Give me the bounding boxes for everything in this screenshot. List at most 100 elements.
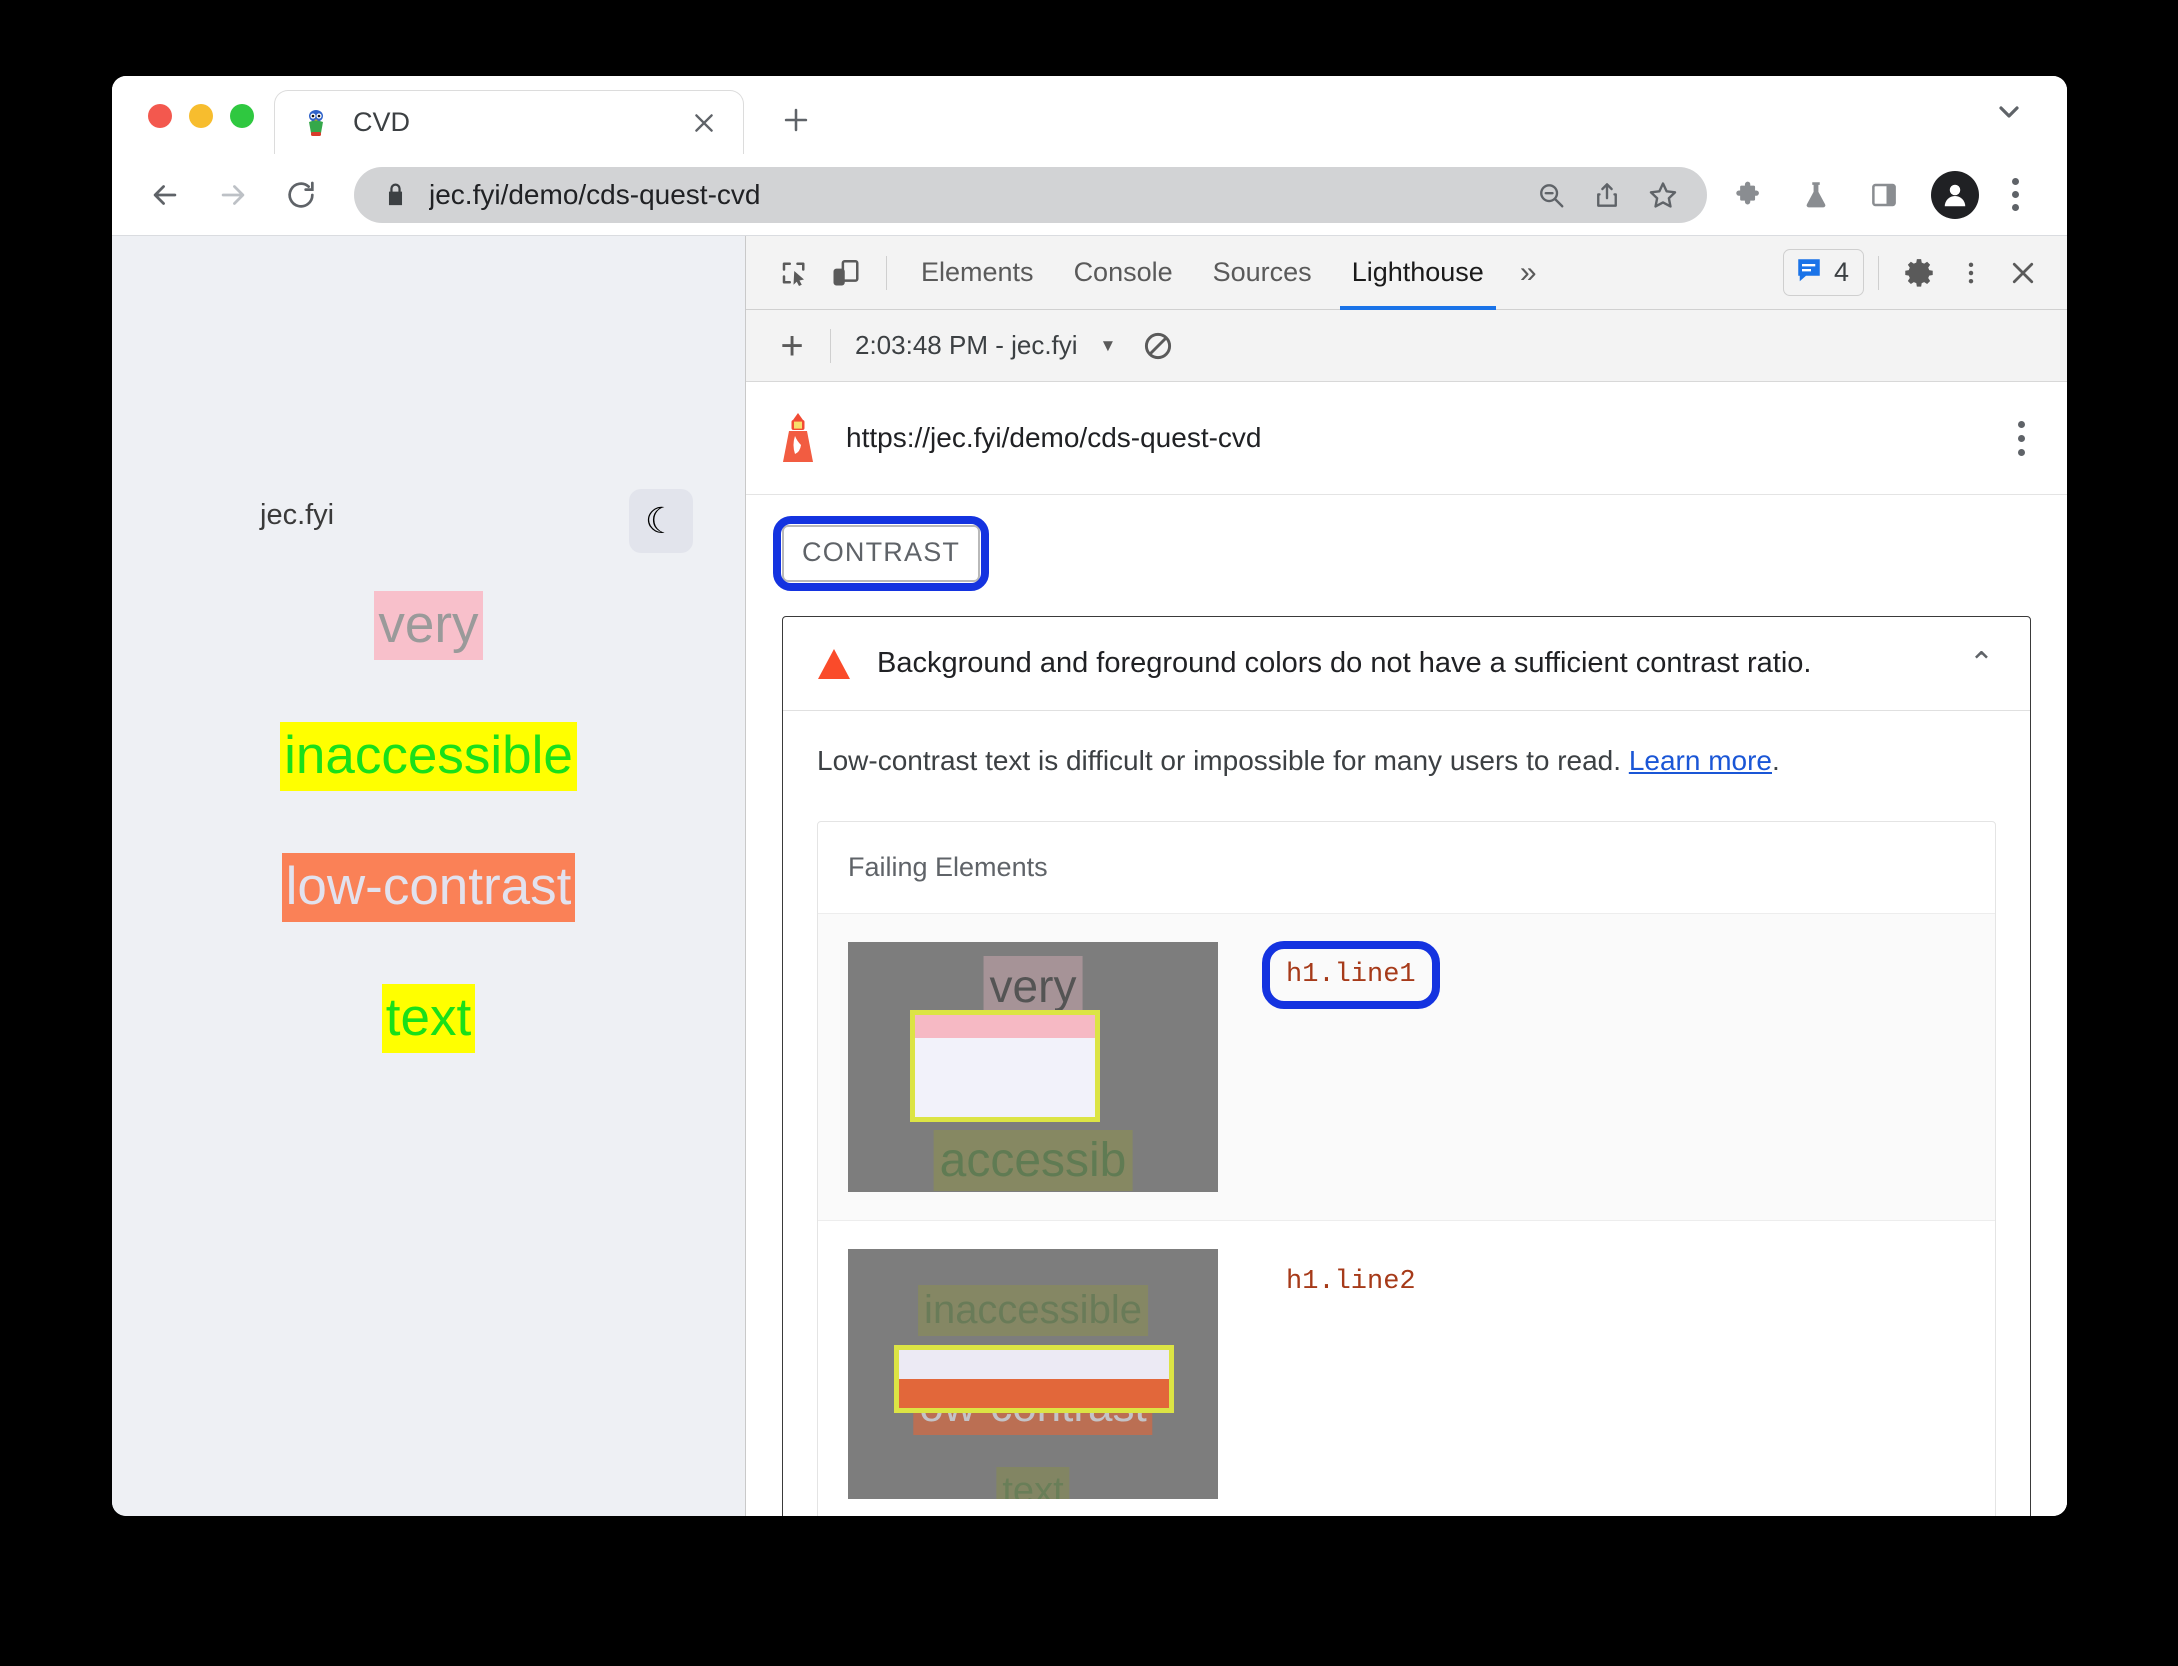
back-button[interactable] <box>138 168 192 222</box>
contrast-badge[interactable]: CONTRAST <box>772 516 990 591</box>
chevron-down-icon[interactable]: ▼ <box>1100 336 1117 356</box>
element-screenshot-thumbnail[interactable]: inaccessibleow-contrasttext <box>848 1249 1218 1499</box>
lighthouse-toolbar: + 2:03:48 PM - jec.fyi ▼ <box>746 310 2067 382</box>
reload-button[interactable] <box>274 168 328 222</box>
inspect-element-icon[interactable] <box>768 247 820 299</box>
demo-line-text: text <box>381 984 476 1053</box>
new-tab-button[interactable] <box>768 92 824 148</box>
table-row: very accessib h1.line1 <box>818 914 1995 1221</box>
browser-window: CVD jec.fyi/demo/cds-quest-cvd jec.fyi ☾… <box>112 76 2067 1516</box>
lighthouse-report: https://jec.fyi/demo/cds-quest-cvd CONTR… <box>746 382 2067 1516</box>
lighthouse-run-selector[interactable]: 2:03:48 PM - jec.fyi <box>855 330 1078 361</box>
window-minimize-button[interactable] <box>189 104 213 128</box>
devtools-overflow-menu-icon[interactable] <box>1945 247 1997 299</box>
issues-count: 4 <box>1833 257 1849 287</box>
selector-cell: h1.line1 <box>1218 941 1995 1009</box>
content-split: jec.fyi ☾ very inaccessible low-contrast… <box>112 236 2067 1516</box>
gear-icon[interactable] <box>1893 247 1945 299</box>
share-icon[interactable] <box>1581 169 1633 221</box>
menu-dot <box>2018 448 2025 456</box>
lock-icon <box>382 181 409 208</box>
thumbnail-text-line: text <box>996 1467 1070 1499</box>
thumbnail-content: inaccessibleow-contrasttext <box>848 1249 1218 1499</box>
thumbnail-text-line: accessib <box>933 1130 1133 1191</box>
audit-card: Background and foreground colors do not … <box>782 616 2031 1516</box>
device-toolbar-icon[interactable] <box>820 247 872 299</box>
window-traffic-lights <box>112 104 274 154</box>
chevron-down-icon[interactable] <box>1989 92 2029 132</box>
url-text: jec.fyi/demo/cds-quest-cvd <box>429 178 761 210</box>
contrast-badge-wrapper: CONTRAST <box>746 495 990 591</box>
issues-speech-bubble-icon <box>1794 255 1824 290</box>
plus-icon[interactable]: + <box>768 326 816 366</box>
tab-sources[interactable]: Sources <box>1193 236 1332 310</box>
avatar-icon[interactable] <box>1931 170 1979 219</box>
element-selector[interactable]: h1.line2 <box>1278 1263 1424 1301</box>
window-close-button[interactable] <box>148 104 172 128</box>
issues-badge[interactable]: 4 <box>1782 249 1864 296</box>
side-panel-icon[interactable] <box>1857 168 1911 222</box>
address-bar[interactable]: jec.fyi/demo/cds-quest-cvd <box>354 166 1707 223</box>
devtools-toolbar: Elements Console Sources Lighthouse » 4 <box>746 236 2067 310</box>
parrot-favicon <box>301 108 331 138</box>
theme-toggle-glyph: ☾ <box>644 500 678 541</box>
chevron-up-icon[interactable]: ⌃ <box>1963 648 2000 679</box>
tab-console[interactable]: Console <box>1054 236 1193 310</box>
audit-description-before: Low-contrast text is difficult or imposs… <box>817 745 1629 776</box>
audit-header[interactable]: Background and foreground colors do not … <box>783 617 2030 711</box>
thumbnail-text-line: inaccessible <box>918 1285 1148 1336</box>
star-icon[interactable] <box>1637 169 1689 221</box>
toolbar-divider <box>1878 255 1879 290</box>
selector-cell: h1.line2 <box>1218 1249 1995 1301</box>
thumbnail-text-line: very <box>983 956 1083 1016</box>
toolbar-divider <box>830 328 831 363</box>
demo-line-low-contrast: low-contrast <box>281 853 576 922</box>
menu-dot <box>2018 420 2025 428</box>
learn-more-link[interactable]: Learn more <box>1629 745 1772 776</box>
three-dot-menu-icon[interactable] <box>1993 168 2037 222</box>
audit-title: Background and foreground colors do not … <box>877 647 1812 679</box>
menu-dot <box>2011 204 2019 211</box>
web-page-viewport: jec.fyi ☾ very inaccessible low-contrast… <box>112 236 745 1516</box>
zoom-out-icon[interactable] <box>1525 169 1577 221</box>
no-entry-icon[interactable] <box>1142 330 1174 362</box>
menu-dot <box>2011 191 2019 198</box>
demo-line-inaccessible: inaccessible <box>280 722 577 791</box>
demo-line-very: very <box>374 591 483 660</box>
menu-dot <box>2011 178 2019 185</box>
tab-lighthouse[interactable]: Lighthouse <box>1332 236 1504 310</box>
tab-title: CVD <box>353 107 411 137</box>
close-devtools-icon[interactable] <box>1997 247 2049 299</box>
tab-elements[interactable]: Elements <box>901 236 1054 310</box>
lighthouse-icon <box>776 412 820 464</box>
audit-description: Low-contrast text is difficult or imposs… <box>783 711 2030 791</box>
close-icon[interactable] <box>687 106 721 140</box>
puzzle-icon[interactable] <box>1721 168 1775 222</box>
flask-icon[interactable] <box>1789 168 1843 222</box>
highlight-outline <box>894 1345 1174 1413</box>
toolbar-divider <box>886 255 887 290</box>
browser-toolbar: jec.fyi/demo/cds-quest-cvd <box>112 154 2067 236</box>
failing-elements-heading: Failing Elements <box>818 822 1995 914</box>
tab-strip: CVD <box>112 76 2067 154</box>
more-tabs-icon[interactable]: » <box>1504 256 1553 290</box>
thumbnail-content: very accessib <box>848 942 1218 1192</box>
devtools-panel: Elements Console Sources Lighthouse » 4 <box>745 236 2067 1516</box>
warning-triangle-icon <box>817 648 851 680</box>
report-header: https://jec.fyi/demo/cds-quest-cvd <box>746 382 2067 495</box>
forward-button[interactable] <box>206 168 260 222</box>
failing-elements-box: Failing Elements very accessib h1.line1 <box>817 821 1996 1516</box>
highlight-outline <box>910 1010 1100 1122</box>
element-selector[interactable]: h1.line1 <box>1262 941 1440 1009</box>
menu-dot <box>2018 434 2025 442</box>
report-menu-icon[interactable] <box>2008 420 2035 456</box>
browser-tab[interactable]: CVD <box>274 90 744 154</box>
table-row: inaccessibleow-contrasttext h1.line2 <box>818 1221 1995 1516</box>
moon-icon[interactable]: ☾ <box>629 489 693 553</box>
audit-description-after: . <box>1772 745 1780 776</box>
element-screenshot-thumbnail[interactable]: very accessib <box>848 942 1218 1192</box>
demo-text-lines: very inaccessible low-contrast text <box>112 591 745 1053</box>
page-brand: jec.fyi <box>260 499 335 531</box>
report-url: https://jec.fyi/demo/cds-quest-cvd <box>846 422 1262 453</box>
window-maximize-button[interactable] <box>230 104 254 128</box>
